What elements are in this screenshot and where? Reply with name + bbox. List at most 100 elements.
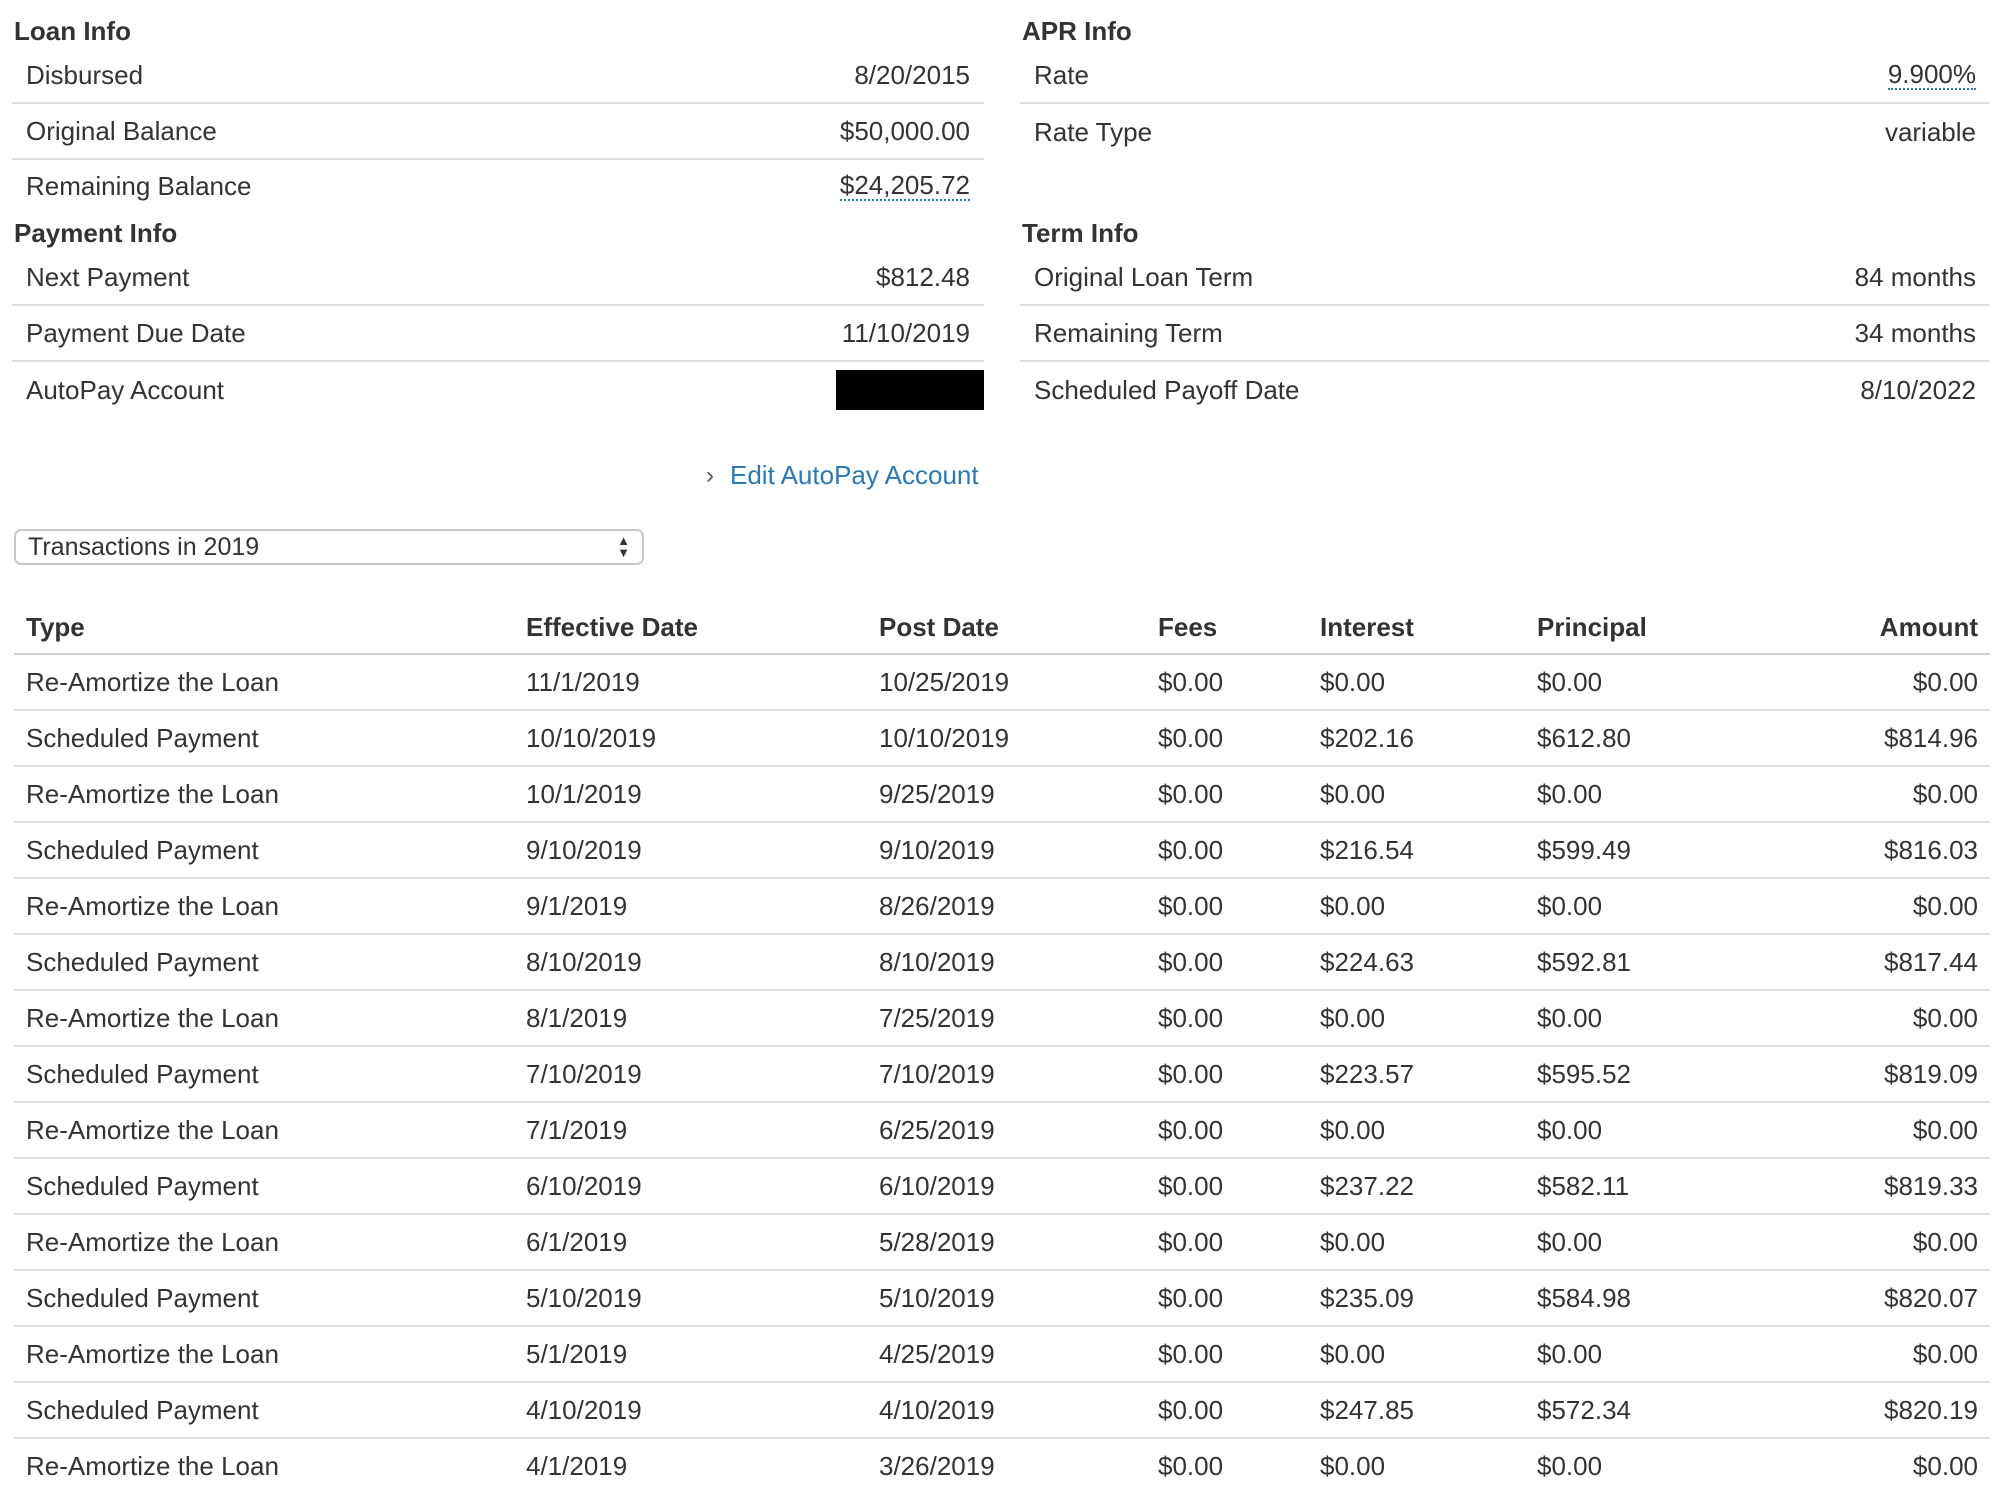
header-interest: Interest [1308,602,1525,655]
autopay-account-row: AutoPay Account [12,362,984,418]
rate-label: Rate [1034,59,1089,90]
payment-due-date-label: Payment Due Date [26,317,246,348]
table-row: Re-Amortize the Loan 7/1/2019 6/25/2019 $0.… [14,1102,1990,1159]
scheduled-payoff-date-value: 8/10/2022 [1860,374,1976,405]
cell-type: Re-Amortize the Loan [14,766,514,823]
cell-effective-date: 4/1/2019 [526,1451,628,1481]
remaining-term-value: 34 months [1854,317,1976,348]
remaining-balance-value[interactable]: $24,205.72 [839,171,970,201]
original-balance-value: $50,000.00 [839,115,970,146]
cell-principal: $0.00 [1525,990,1785,1047]
header-principal: Principal [1525,602,1785,655]
cell-amount: $0.00 [1785,766,1990,823]
disbursed-label: Disbursed [26,59,144,90]
rate-type-value: variable [1884,116,1976,147]
cell-type: Scheduled Payment [14,1046,514,1103]
loan-info-title: Loan Info [14,16,131,46]
cell-type: Scheduled Payment [14,1382,514,1439]
cell-post-date: 4/25/2019 [867,1326,1146,1383]
cell-principal: $0.00 [1525,1102,1785,1159]
cell-effective-date: 6/10/2019 [514,1158,867,1215]
cell-fees: $0.00 [1146,710,1308,767]
cell-type: Scheduled Payment [14,710,514,767]
cell-post-date: 7/25/2019 [867,990,1146,1047]
cell-interest: $0.00 [1308,1214,1525,1271]
table-row: Re-Amortize the Loan 4/1/2019 3/26/2019 $0.… [14,1438,1990,1494]
transactions-year-select[interactable]: Transactions in 2019 ▲ ▼ [14,529,644,565]
original-loan-term-label: Original Loan Term [1034,261,1254,292]
cell-post-date: 5/28/2019 [867,1214,1146,1271]
table-header-row: Type Effective Date Post Date Fees Inter… [14,602,1990,655]
term-info-section: Term Info Original Loan Term 84 months R… [1020,216,1990,418]
cell-effective-date: 4/10/2019 [514,1382,867,1439]
cell-type: Re-Amortize the Loan [14,1326,514,1383]
cell-type: Scheduled Payment [14,934,514,991]
rate-value[interactable]: 9.900% [1887,60,1976,90]
rate-row: Rate 9.900% [1020,48,1990,104]
cell-post-date: 3/26/2019 [879,1451,995,1481]
next-payment-label: Next Payment [26,261,190,292]
cell-post-date: 9/10/2019 [867,822,1146,879]
cell-principal: $572.34 [1525,1382,1785,1439]
cell-type: Scheduled Payment [14,822,514,879]
cell-post-date: 9/25/2019 [867,766,1146,823]
cell-interest: $0.00 [1308,878,1525,935]
cell-type: Re-Amortize the Loan [14,654,514,711]
cell-effective-date: 7/10/2019 [514,1046,867,1103]
cell-amount: $817.44 [1785,934,1990,991]
cell-fees: $0.00 [1146,990,1308,1047]
table-row: Re-Amortize the Loan 8/1/2019 7/25/2019 $0.… [14,990,1990,1047]
cell-amount: $0.00 [1785,878,1990,935]
cell-amount: $819.09 [1785,1046,1990,1103]
cell-effective-date: 9/10/2019 [514,822,867,879]
chevron-right-icon: › [706,461,714,489]
cell-principal: $595.52 [1525,1046,1785,1103]
cell-fees: $0.00 [1146,654,1308,711]
autopay-account-label: AutoPay Account [26,374,225,405]
autopay-account-redacted [836,370,984,410]
header-amount: Amount [1785,602,1990,655]
rate-type-row: Rate Type variable [1020,104,1990,160]
next-payment-value: $812.48 [876,261,970,292]
cell-fees: $0.00 [1146,822,1308,879]
apr-info-section: APR Info Rate 9.900% Rate Type variable [1020,14,1990,160]
cell-fees: $0.00 [1146,766,1308,823]
cell-interest: $0.00 [1320,1451,1386,1481]
cell-interest: $223.57 [1308,1046,1525,1103]
disbursed-value: 8/20/2015 [854,59,970,90]
cell-effective-date: 10/10/2019 [514,710,867,767]
cell-fees: $0.00 [1146,1046,1308,1103]
cell-effective-date: 8/1/2019 [514,990,867,1047]
cell-fees: $0.00 [1146,1270,1308,1327]
cell-effective-date: 7/1/2019 [514,1102,867,1159]
cell-effective-date: 8/10/2019 [514,934,867,991]
cell-principal: $592.81 [1525,934,1785,991]
header-fees: Fees [1146,602,1308,655]
cell-principal: $0.00 [1525,878,1785,935]
cell-interest: $0.00 [1308,766,1525,823]
payment-info-title: Payment Info [14,218,178,248]
cell-effective-date: 11/1/2019 [514,654,867,711]
cell-principal: $0.00 [1525,1326,1785,1383]
cell-interest: $216.54 [1308,822,1525,879]
cell-fees: $0.00 [1146,1214,1308,1271]
cell-amount: $0.00 [1785,654,1990,711]
remaining-balance-row: Remaining Balance $24,205.72 [12,160,984,212]
rate-type-label: Rate Type [1034,116,1153,147]
table-row: Scheduled Payment 10/10/2019 10/10/2019 $0.… [14,710,1990,767]
transactions-table-body: Re-Amortize the Loan 11/1/2019 10/25/2019 $… [14,654,1990,1494]
transactions-select-value: Transactions in 2019 [28,532,260,561]
cell-effective-date: 6/1/2019 [514,1214,867,1271]
remaining-term-row: Remaining Term 34 months [1020,306,1990,362]
original-loan-term-row: Original Loan Term 84 months [1020,250,1990,306]
cell-post-date: 4/10/2019 [867,1382,1146,1439]
cell-type: Re-Amortize the Loan [14,1102,514,1159]
cell-amount: $819.33 [1785,1158,1990,1215]
original-balance-label: Original Balance [26,115,217,146]
cell-amount: $816.03 [1785,822,1990,879]
cell-post-date: 8/10/2019 [867,934,1146,991]
cell-interest: $0.00 [1308,654,1525,711]
remaining-term-label: Remaining Term [1034,317,1223,348]
edit-autopay-link[interactable]: › Edit AutoPay Account [706,460,979,491]
disbursed-row: Disbursed 8/20/2015 [12,48,984,104]
